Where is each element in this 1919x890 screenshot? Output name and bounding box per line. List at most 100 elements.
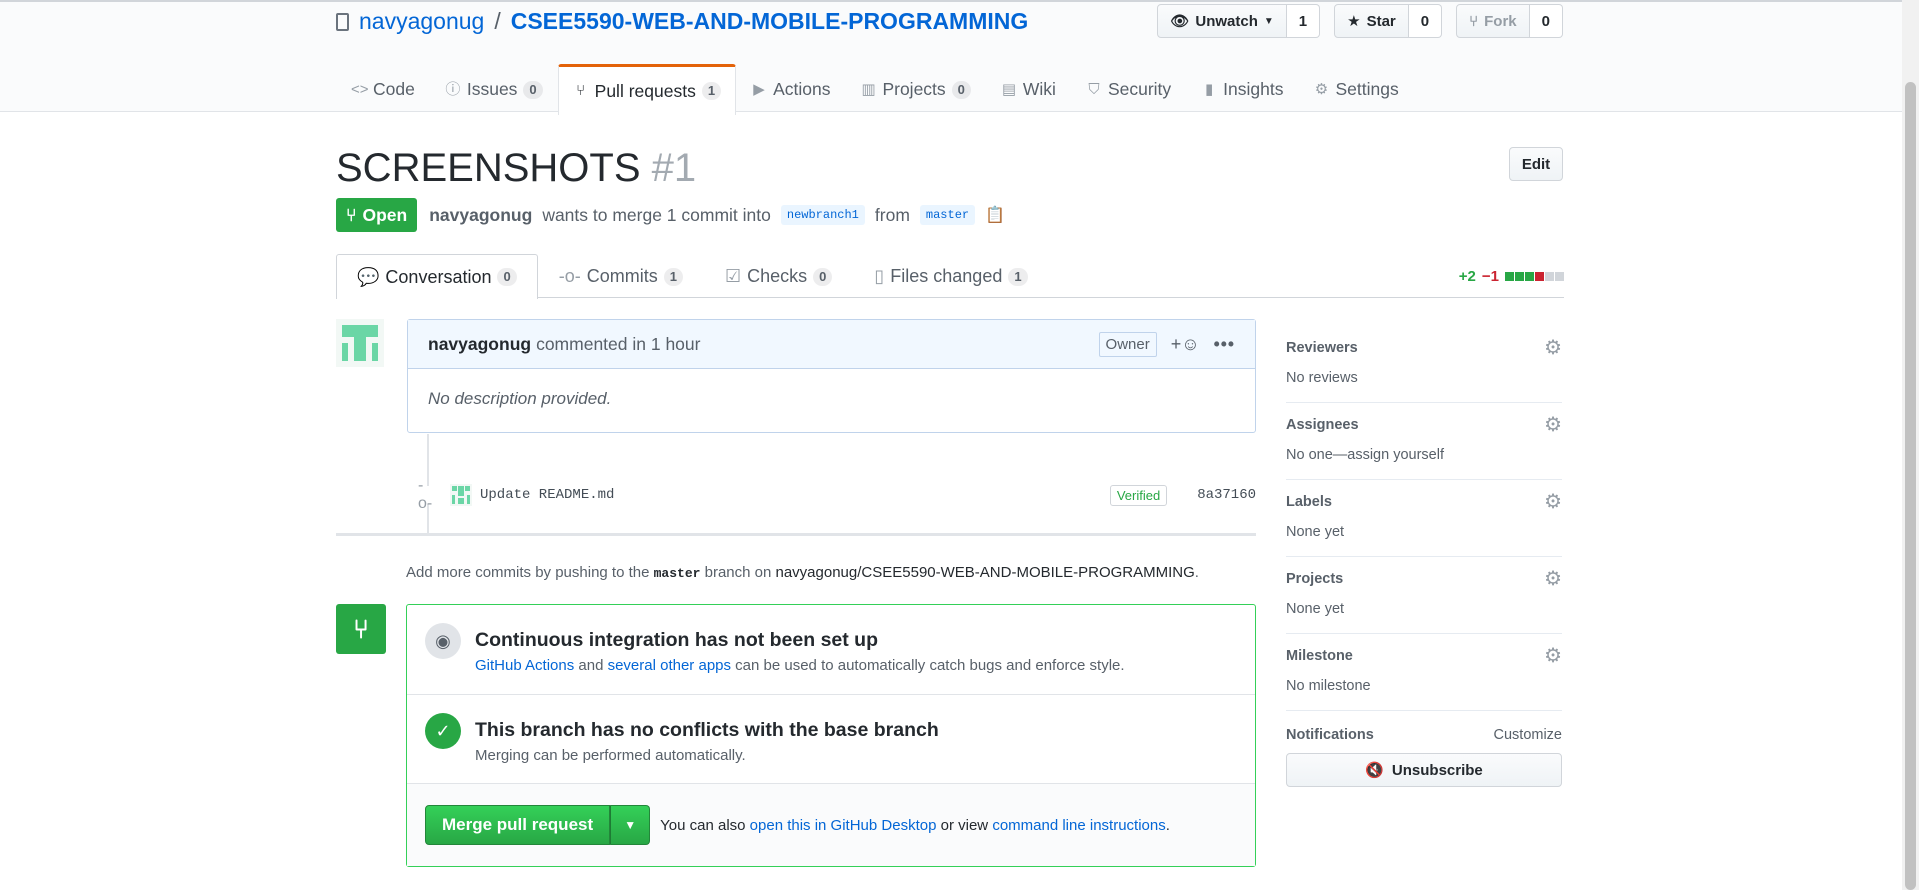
edit-title-button[interactable]: Edit xyxy=(1509,147,1563,181)
timeline-end-divider xyxy=(336,533,1256,536)
conflict-status-section: ✓ This branch has no conflicts with the … xyxy=(407,695,1255,784)
pagehead-actions: 👁 Unwatch ▼ 1 ★ Star 0 ⑂ Fork 0 xyxy=(1157,4,1563,38)
tab-checks-label: Checks xyxy=(747,266,808,286)
tab-checks[interactable]: ☑ Checks 0 xyxy=(704,254,853,298)
checks-counter: 0 xyxy=(813,267,833,286)
unsubscribe-button[interactable]: 🔇 Unsubscribe xyxy=(1286,753,1562,787)
commit-icon: -o- xyxy=(558,266,581,286)
tab-pull-requests[interactable]: ⑂ Pull requests 1 xyxy=(557,64,737,115)
git-merge-icon: ⑂ xyxy=(336,604,386,654)
star-button[interactable]: ★ Star xyxy=(1334,4,1409,38)
tab-security-label: Security xyxy=(1107,79,1172,99)
tab-wiki[interactable]: ▤ Wiki xyxy=(986,64,1071,114)
comment-body: No description provided. xyxy=(428,389,612,408)
gear-icon[interactable]: ⚙ xyxy=(1544,492,1562,512)
pull-request-icon: ⑂ xyxy=(576,82,586,99)
tab-files-changed[interactable]: ▯ Files changed 1 xyxy=(853,254,1048,298)
merge-alternatives: You can also open this in GitHub Desktop… xyxy=(660,817,1170,834)
diffstat-blocks xyxy=(1505,272,1564,281)
diffstat: +2 −1 xyxy=(1459,268,1564,285)
sidebar-assignees: Assignees ⚙ No one—assign yourself xyxy=(1286,403,1562,480)
watchers-count[interactable]: 1 xyxy=(1286,4,1321,38)
diffstat-block xyxy=(1555,272,1564,281)
forks-count[interactable]: 0 xyxy=(1529,4,1563,38)
avatar[interactable] xyxy=(336,319,384,367)
alt-suffix: . xyxy=(1165,816,1170,834)
head-branch[interactable]: master xyxy=(919,205,976,225)
customize-link[interactable]: Customize xyxy=(1494,727,1563,743)
comment-author-link[interactable]: navyagonug xyxy=(428,334,531,355)
milestone-value: No milestone xyxy=(1286,678,1371,694)
tab-conversation-label: Conversation xyxy=(385,266,492,287)
merge-method-dropdown-button[interactable]: ▼ xyxy=(610,805,651,845)
gear-icon[interactable]: ⚙ xyxy=(1544,338,1562,358)
fork-button[interactable]: ⑂ Fork xyxy=(1456,4,1530,38)
comment-header: navyagonug commented in 1 hour Owner +☺ … xyxy=(408,320,1255,369)
tab-projects[interactable]: ▥ Projects 0 xyxy=(845,64,985,114)
projects-counter: 0 xyxy=(951,80,971,99)
add-reaction-icon[interactable]: +☺ xyxy=(1171,334,1200,355)
sidebar-reviewers: Reviewers ⚙ No reviews xyxy=(1286,326,1562,403)
repo-separator: / xyxy=(494,8,501,34)
state-badge: ⑂ Open xyxy=(336,198,418,232)
tab-projects-label: Projects xyxy=(882,79,946,99)
commit-sha-link[interactable]: 8a37160 xyxy=(1197,487,1256,503)
tab-issues[interactable]: ⓘ Issues 0 xyxy=(430,64,558,114)
commit-avatar[interactable] xyxy=(450,484,472,506)
fork-label: Fork xyxy=(1484,12,1517,30)
push-hint-prefix: Add more commits by pushing to the xyxy=(406,564,650,581)
tab-pull-requests-label: Pull requests xyxy=(594,80,696,101)
merge-text: wants to merge 1 commit into xyxy=(542,204,771,225)
owner-badge: Owner xyxy=(1098,331,1157,357)
tab-issues-label: Issues xyxy=(466,79,518,99)
push-hint-repo: navyagonug/CSEE5590-WEB-AND-MOBILE-PROGR… xyxy=(775,564,1195,581)
tab-settings[interactable]: ⚙ Settings xyxy=(1298,64,1413,114)
merge-pull-request-button[interactable]: Merge pull request xyxy=(425,805,611,845)
watch-group: 👁 Unwatch ▼ 1 xyxy=(1157,4,1321,38)
gear-icon[interactable]: ⚙ xyxy=(1544,646,1562,666)
issues-counter: 0 xyxy=(523,80,543,99)
tab-settings-label: Settings xyxy=(1335,79,1399,99)
merge-button-group: Merge pull request ▼ xyxy=(425,805,651,845)
command-line-link[interactable]: command line instructions xyxy=(992,817,1165,834)
unwatch-button[interactable]: 👁 Unwatch ▼ xyxy=(1157,4,1287,38)
commit-message-link[interactable]: Update README.md xyxy=(480,487,614,503)
gear-icon[interactable]: ⚙ xyxy=(1544,569,1562,589)
tab-security[interactable]: ⛉ Security xyxy=(1071,64,1186,114)
kebab-horizontal-icon[interactable]: ••• xyxy=(1214,334,1235,355)
pull-requests-counter: 1 xyxy=(701,82,722,100)
star-icon: ★ xyxy=(1347,13,1361,30)
assignees-value[interactable]: No one—assign yourself xyxy=(1286,447,1562,463)
shield-icon: ⛉ xyxy=(1088,80,1100,98)
scrollbar-thumb[interactable] xyxy=(1905,82,1916,890)
verified-badge[interactable]: Verified xyxy=(1109,484,1168,506)
tab-insights[interactable]: ▮ Insights xyxy=(1186,64,1298,114)
mute-icon: 🔇 xyxy=(1365,762,1384,779)
diffstat-block xyxy=(1515,272,1524,281)
other-apps-link[interactable]: several other apps xyxy=(608,657,731,674)
tab-conversation[interactable]: 💬 Conversation 0 xyxy=(336,254,538,299)
repo-owner-link[interactable]: navyagonug xyxy=(359,8,484,35)
pr-author-link[interactable]: navyagonug xyxy=(429,205,532,226)
tab-insights-label: Insights xyxy=(1223,79,1284,99)
github-actions-link[interactable]: GitHub Actions xyxy=(475,657,574,674)
stars-count[interactable]: 0 xyxy=(1408,4,1443,38)
comment-timestamp[interactable]: commented in 1 hour xyxy=(536,334,700,355)
tab-commits[interactable]: -o- Commits 1 xyxy=(538,254,704,298)
open-desktop-link[interactable]: open this in GitHub Desktop xyxy=(750,817,937,834)
ci-title: Continuous integration has not been set … xyxy=(475,629,878,651)
tab-code-label: Code xyxy=(373,79,415,99)
tab-code[interactable]: <> Code xyxy=(336,64,430,114)
clipboard-icon[interactable]: 📋 xyxy=(985,205,1005,225)
page-scrollbar[interactable] xyxy=(1902,0,1919,890)
issue-icon: ⓘ xyxy=(445,80,461,98)
diffstat-block xyxy=(1505,272,1514,281)
milestone-label: Milestone xyxy=(1286,648,1353,664)
gear-icon[interactable]: ⚙ xyxy=(1544,415,1562,435)
tab-actions[interactable]: ▶ Actions xyxy=(736,64,845,114)
pull-request-icon: ⑂ xyxy=(346,204,357,225)
alt-prefix: You can also xyxy=(660,816,746,834)
base-branch[interactable]: newbranch1 xyxy=(780,205,865,225)
repo-name-link[interactable]: CSEE5590-WEB-AND-MOBILE-PROGRAMMING xyxy=(511,8,1029,35)
pr-title-text: SCREENSHOTS xyxy=(336,146,641,190)
